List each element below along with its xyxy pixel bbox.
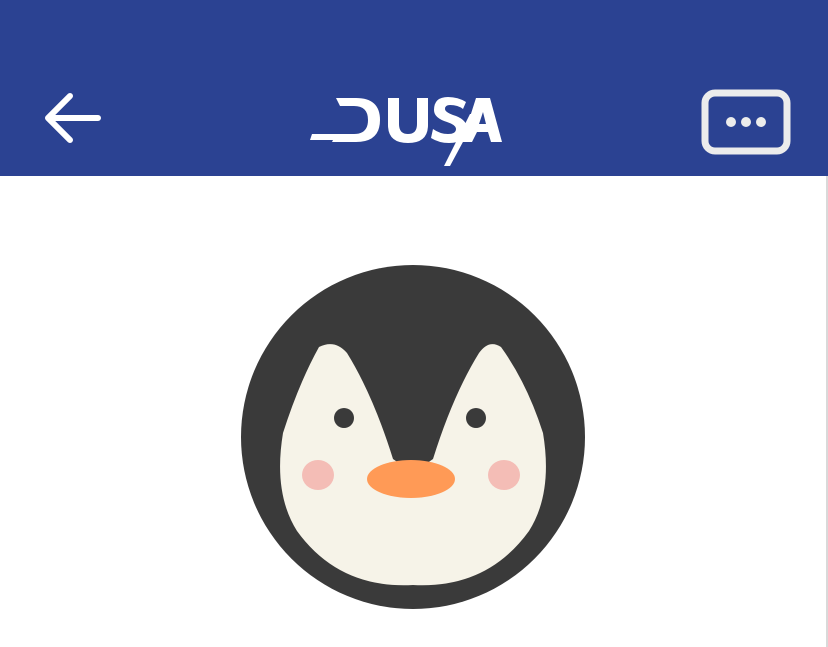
arrow-left-icon [45,93,101,143]
dusa-logo-icon [310,97,502,166]
app-logo: DUSA [310,78,506,168]
profile-avatar[interactable] [239,263,587,611]
more-options-button[interactable] [700,88,792,156]
app-header: DUSA [0,0,828,176]
back-button[interactable] [38,88,104,148]
penguin-avatar-icon [241,265,585,609]
more-horizontal-icon [701,89,791,155]
profile-screen: DUSA [0,0,828,647]
